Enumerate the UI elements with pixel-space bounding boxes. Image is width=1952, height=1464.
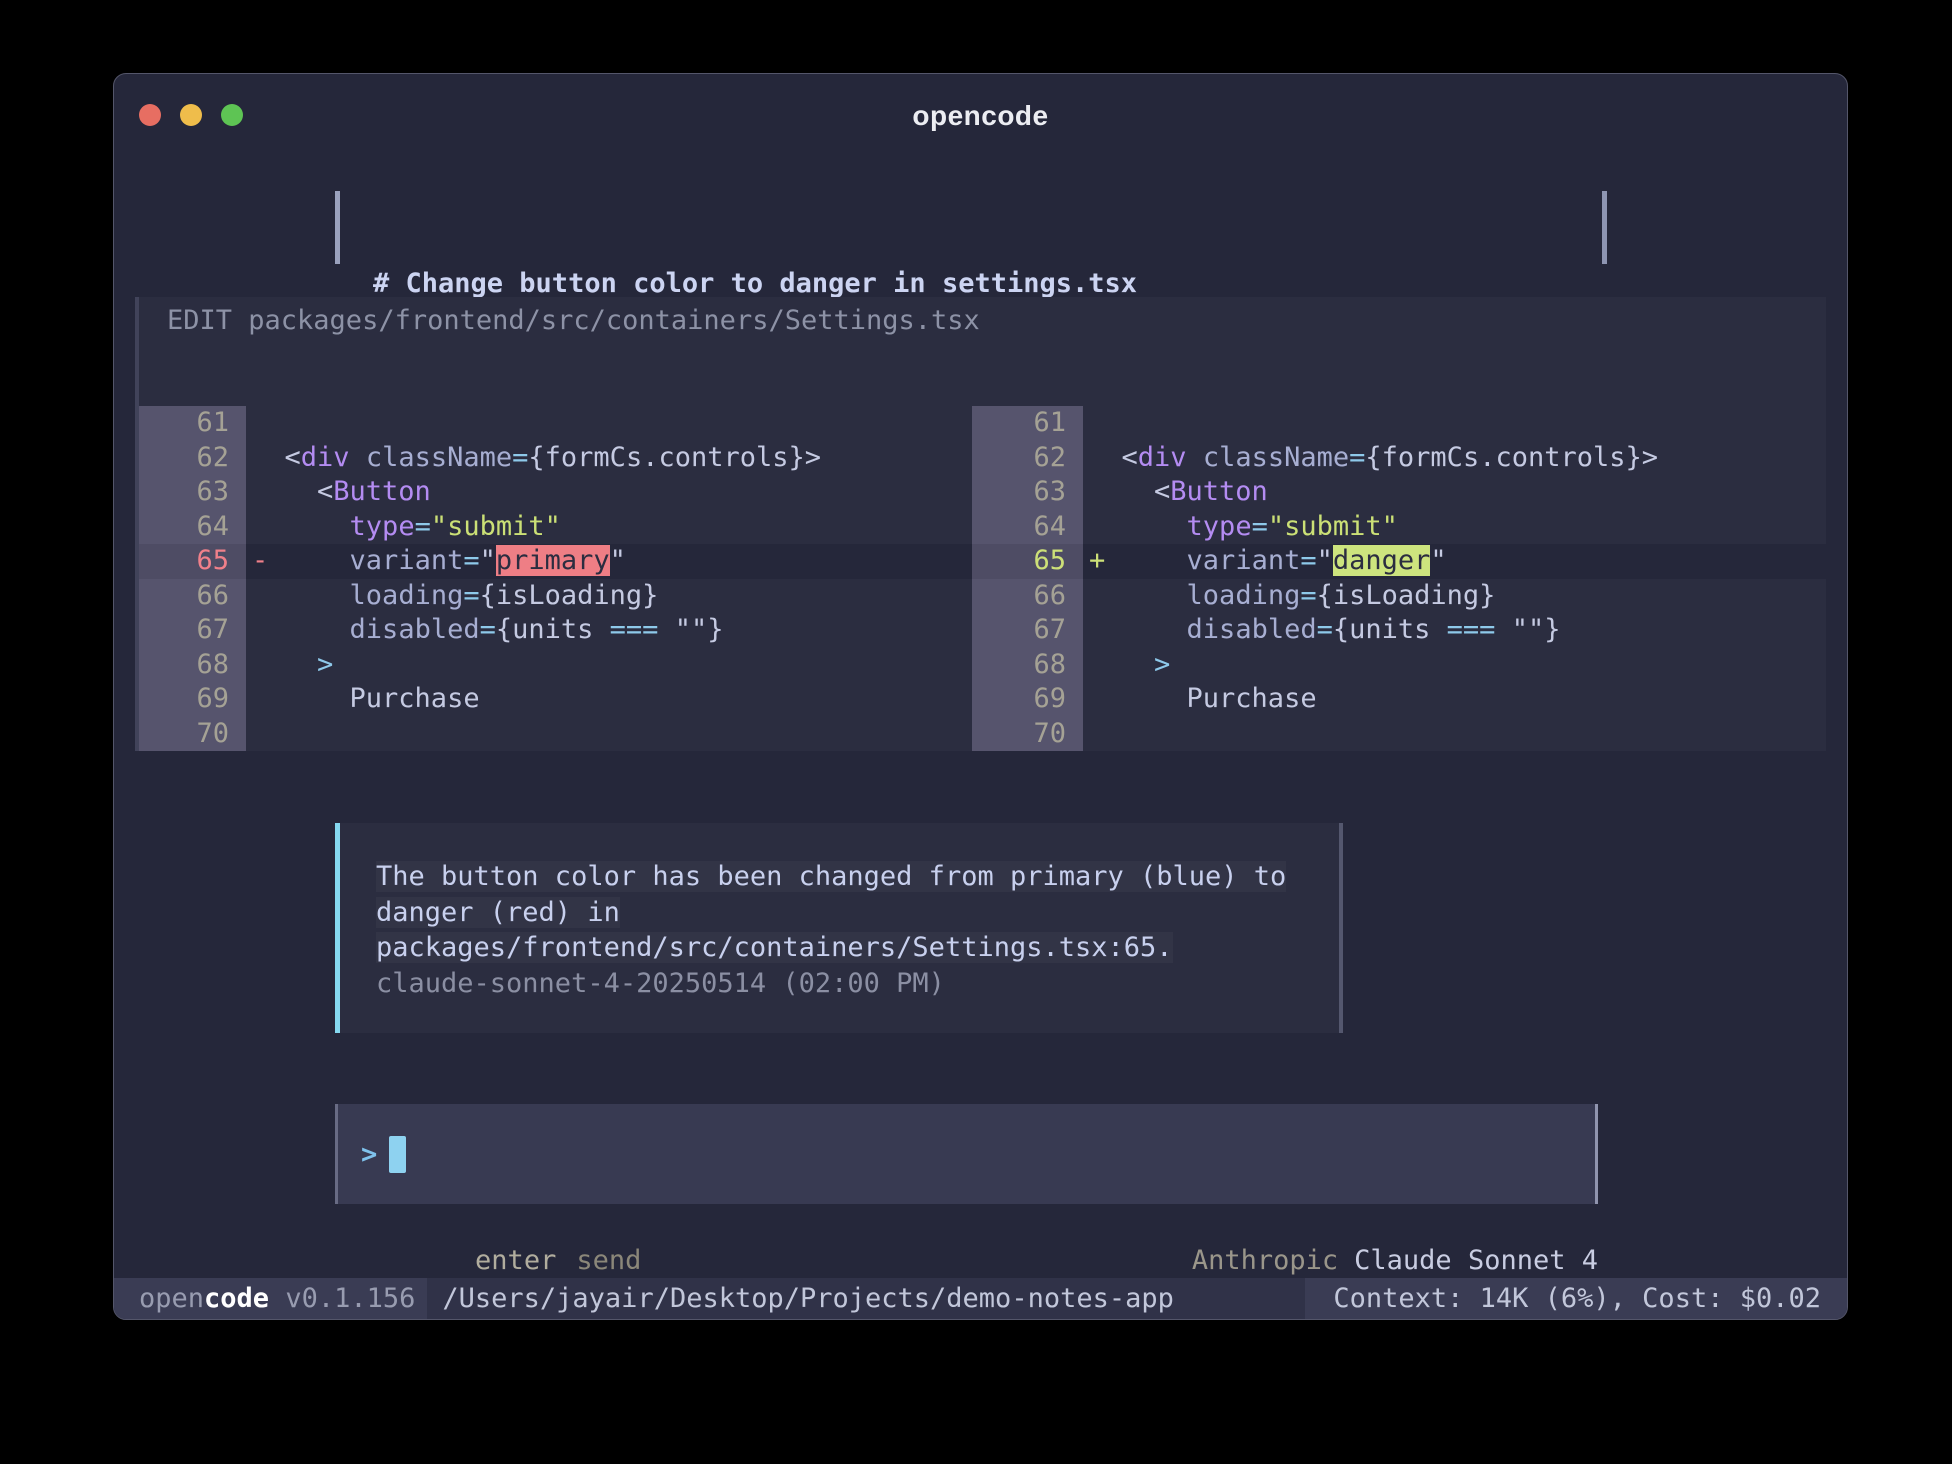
screen: opencode # Change button color to danger…	[0, 0, 1952, 1464]
line-number: 66	[972, 579, 1083, 614]
line-number: 67	[139, 613, 246, 648]
enter-key-hint: enter	[475, 1245, 556, 1276]
diff-row: 67 disabled={units === ""}	[972, 613, 1826, 648]
context-cost: Context: 14K (6%), Cost: $0.02	[1305, 1278, 1847, 1319]
diff-row: 68 >	[139, 648, 972, 683]
diff-row: 68 >	[972, 648, 1826, 683]
diff-row: 69 Purchase	[972, 682, 1826, 717]
line-number: 70	[139, 717, 246, 752]
code-line: - variant="primary"	[246, 544, 972, 579]
diff-row: 66 loading={isLoading}	[139, 579, 972, 614]
diff-row: 65+ variant="danger"	[972, 544, 1826, 579]
diff-row: 64 type="submit"	[972, 510, 1826, 545]
diff-row: 63 <Button	[139, 475, 972, 510]
line-number: 69	[139, 682, 246, 717]
edit-file-header: EDIT packages/frontend/src/containers/Se…	[167, 305, 980, 336]
code-line: <Button	[246, 475, 972, 510]
diff-row: 67 disabled={units === ""}	[139, 613, 972, 648]
line-number: 68	[972, 648, 1083, 683]
assistant-message: The button color has been changed from p…	[335, 823, 1343, 1033]
line-number: 67	[972, 613, 1083, 648]
code-line: Purchase	[1083, 682, 1826, 717]
line-number: 61	[139, 406, 246, 441]
code-line	[1083, 406, 1826, 441]
line-number: 63	[139, 475, 246, 510]
code-line: + variant="danger"	[1083, 544, 1826, 579]
line-number: 64	[139, 510, 246, 545]
code-line: <div className={formCs.controls}>	[1083, 441, 1826, 476]
prompt-right-bar	[1602, 191, 1607, 264]
diff-pane-left: 6162 <div className={formCs.controls}>63…	[139, 406, 972, 751]
edit-tool-panel: EDIT packages/frontend/src/containers/Se…	[135, 297, 1826, 751]
code-line: type="submit"	[246, 510, 972, 545]
diff-view: 6162 <div className={formCs.controls}>63…	[139, 406, 1826, 751]
code-line: loading={isLoading}	[1083, 579, 1826, 614]
app-version: opencode v0.1.156	[114, 1278, 427, 1319]
send-action-hint: send	[576, 1245, 641, 1276]
line-number: 61	[972, 406, 1083, 441]
code-line: <Button	[1083, 475, 1826, 510]
window-title: opencode	[114, 100, 1847, 132]
input-prompt-char: >	[361, 1139, 377, 1170]
code-line: type="submit"	[1083, 510, 1826, 545]
diff-row: 63 <Button	[972, 475, 1826, 510]
line-number: 69	[972, 682, 1083, 717]
line-number: 66	[139, 579, 246, 614]
code-line	[246, 717, 972, 752]
diff-row: 70	[139, 717, 972, 752]
diff-row: 61	[139, 406, 972, 441]
code-line: loading={isLoading}	[246, 579, 972, 614]
user-prompt-block: # Change button color to danger in setti…	[335, 191, 1607, 264]
app-window: opencode # Change button color to danger…	[113, 73, 1848, 1320]
message-line: The button color has been changed from p…	[376, 859, 1339, 895]
working-directory: /Users/jayair/Desktop/Projects/demo-note…	[427, 1278, 1305, 1319]
code-line: >	[246, 648, 972, 683]
line-number: 68	[139, 648, 246, 683]
diff-pane-right: 6162 <div className={formCs.controls}>63…	[972, 406, 1826, 751]
message-line: danger (red) in	[376, 895, 1339, 931]
message-line: packages/frontend/src/containers/Setting…	[376, 930, 1339, 966]
status-bar: opencode v0.1.156 /Users/jayair/Desktop/…	[114, 1278, 1847, 1319]
diff-row: 65- variant="primary"	[139, 544, 972, 579]
chat-input[interactable]: >	[335, 1104, 1598, 1204]
model-timestamp: claude-sonnet-4-20250514 (02:00 PM)	[376, 966, 1339, 1002]
text-cursor	[389, 1136, 406, 1173]
line-number: 62	[139, 441, 246, 476]
provider-label: Anthropic	[1192, 1245, 1338, 1276]
diff-row: 64 type="submit"	[139, 510, 972, 545]
line-number: 70	[972, 717, 1083, 752]
code-line: disabled={units === ""}	[246, 613, 972, 648]
diff-row: 70	[972, 717, 1826, 752]
diff-row: 62 <div className={formCs.controls}>	[139, 441, 972, 476]
code-line: >	[1083, 648, 1826, 683]
assistant-message-text: The button color has been changed from p…	[376, 859, 1339, 966]
diff-row: 61	[972, 406, 1826, 441]
code-line	[1083, 717, 1826, 752]
code-line: disabled={units === ""}	[1083, 613, 1826, 648]
line-number: 65	[139, 544, 246, 579]
line-number: 63	[972, 475, 1083, 510]
diff-row: 62 <div className={formCs.controls}>	[972, 441, 1826, 476]
code-line: Purchase	[246, 682, 972, 717]
code-line: <div className={formCs.controls}>	[246, 441, 972, 476]
diff-row: 66 loading={isLoading}	[972, 579, 1826, 614]
diff-row: 69 Purchase	[139, 682, 972, 717]
line-number: 62	[972, 441, 1083, 476]
line-number: 64	[972, 510, 1083, 545]
line-number: 65	[972, 544, 1083, 579]
model-label: Claude Sonnet 4	[1354, 1245, 1598, 1276]
prompt-left-bar	[335, 191, 340, 264]
code-line	[246, 406, 972, 441]
